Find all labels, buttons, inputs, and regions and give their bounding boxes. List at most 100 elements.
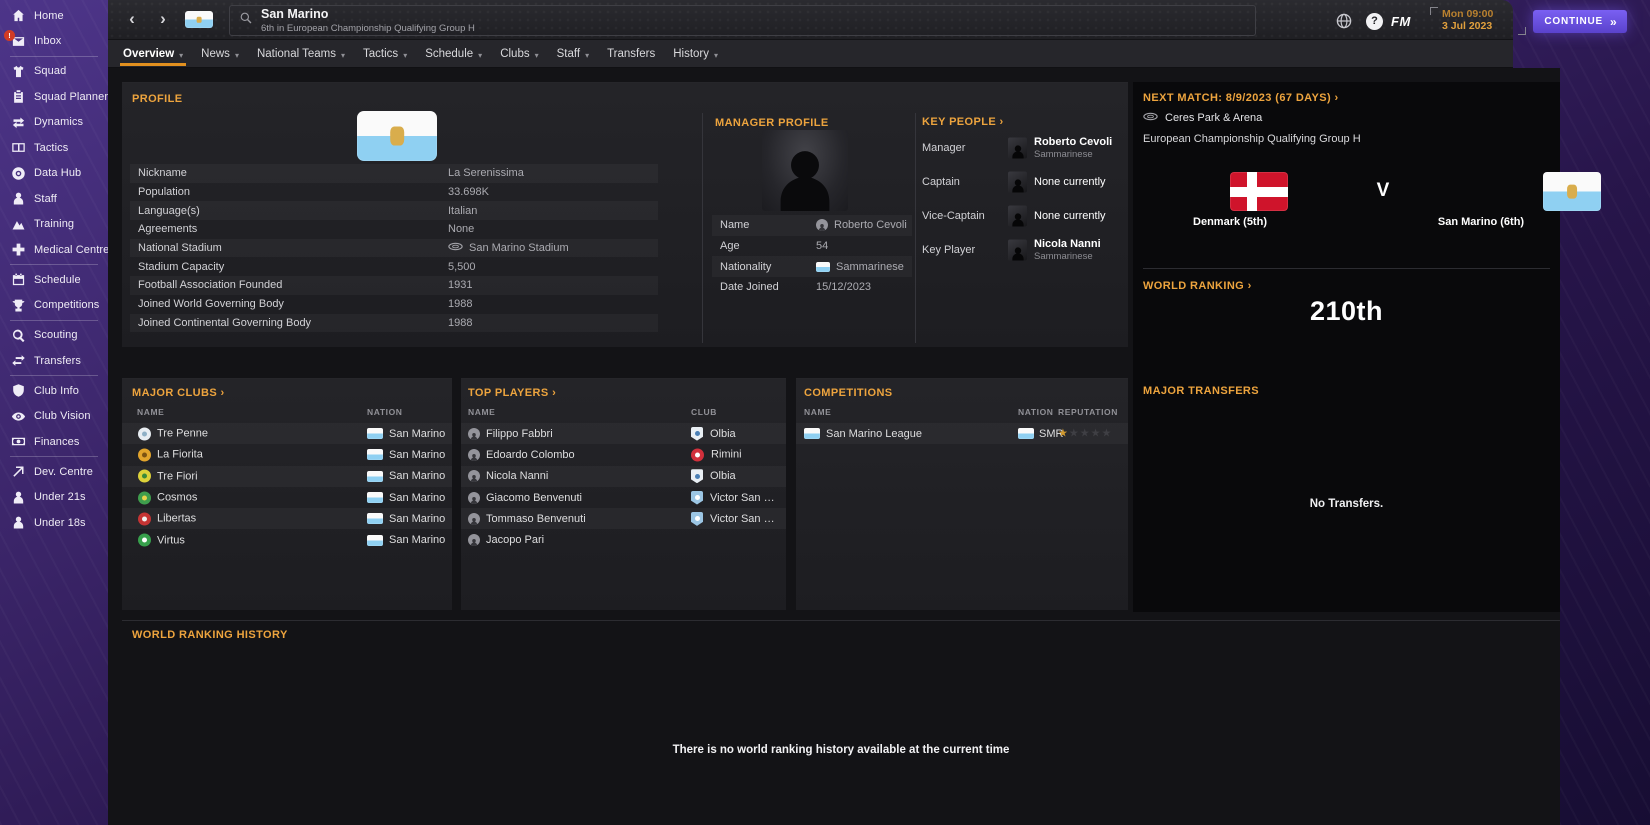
star-icon: ★	[1079, 427, 1090, 440]
star-icon: ★	[1090, 427, 1101, 440]
away-team-label[interactable]: San Marino (6th)	[1411, 216, 1551, 228]
info-value: 1988	[448, 298, 472, 310]
info-value-text: San Marino Stadium	[469, 242, 569, 255]
table-row-player-tommaso-benvenuti[interactable]: Tommaso Benvenuti Victor San Mari...	[461, 508, 786, 530]
key-people-row-vice-captain[interactable]: Vice-Captain None currently	[922, 199, 1124, 233]
training-icon	[11, 217, 26, 232]
sidebar-item-staff[interactable]: Staff	[0, 186, 108, 212]
info-value: 1988	[448, 317, 472, 329]
globe-icon[interactable]	[1335, 12, 1353, 30]
home-team-label[interactable]: Denmark (5th)	[1160, 216, 1300, 228]
fm-app-screen: Home! Inbox Squad Squad Planner Dynamics Tact…	[0, 0, 1650, 825]
tab-news[interactable]: News ▾	[201, 40, 239, 68]
tab-clubs[interactable]: Clubs ▾	[500, 40, 538, 68]
key-people-title[interactable]: KEY PEOPLE ›	[922, 116, 1004, 128]
table-row-club-virtus[interactable]: Virtus San Marino	[122, 529, 452, 550]
player-name-cell: Tommaso Benvenuti	[468, 512, 586, 525]
sidebar-item-medical-centre[interactable]: Medical Centre	[0, 237, 109, 263]
team-search-box[interactable]: San Marino 6th in European Championship …	[229, 5, 1256, 36]
game-time: Mon 09:00	[1442, 8, 1494, 20]
table-row-player-jacopo-pari[interactable]: Jacopo Pari	[461, 529, 786, 550]
person-avatar	[1008, 171, 1027, 193]
sidebar-item-under-21s[interactable]: Under 21s	[0, 485, 108, 511]
profile-title: PROFILE	[132, 93, 183, 105]
sidebar-item-schedule[interactable]: Schedule	[0, 267, 108, 293]
info-row: Nickname La Serenissima	[130, 164, 658, 183]
club-nation: San Marino	[389, 448, 446, 461]
info-row: Language(s) Italian	[130, 201, 658, 221]
sidebar-item-label: Squad Planner	[34, 90, 109, 103]
table-row-player-nicola-nanni[interactable]: Nicola Nanni Olbia	[461, 465, 786, 487]
sidebar-divider	[10, 55, 98, 57]
sidebar-item-under-18s[interactable]: Under 18s	[0, 510, 108, 536]
club-name: Tre Fiori	[157, 470, 198, 483]
info-value: Italian	[448, 205, 477, 217]
sidebar-item-label: Scouting	[34, 329, 78, 342]
schedule-icon	[11, 272, 26, 287]
sidebar-item-finances[interactable]: Finances	[0, 429, 108, 455]
game-clock[interactable]: Mon 09:00 3 Jul 2023	[1430, 7, 1526, 35]
tab-label: News	[201, 48, 230, 60]
sidebar-divider	[10, 319, 98, 321]
tab-history[interactable]: History ▾	[673, 40, 718, 68]
world-ranking-title[interactable]: WORLD RANKING ›	[1143, 280, 1252, 292]
fm-logo[interactable]: FM	[1391, 14, 1411, 29]
table-row-club-tre-fiori[interactable]: Tre Fiori San Marino	[122, 465, 452, 487]
table-row-club-libertas[interactable]: Libertas San Marino	[122, 508, 452, 530]
table-row-player-edoardo-colombo[interactable]: Edoardo Colombo Rimini	[461, 444, 786, 465]
table-row-club-la-fiorita[interactable]: La Fiorita San Marino	[122, 444, 452, 465]
sidebar-item-transfers[interactable]: Transfers	[0, 348, 108, 374]
tactics-icon	[11, 140, 26, 155]
info-label: National Stadium	[138, 242, 222, 255]
major-clubs-panel: MAJOR CLUBS › NAME NATION Tre Penne San M…	[122, 378, 452, 610]
continue-button[interactable]: CONTINUE »	[1533, 10, 1627, 33]
major-clubs-title[interactable]: MAJOR CLUBS ›	[132, 387, 225, 399]
table-row-club-tre-penne[interactable]: Tre Penne San Marino	[122, 423, 452, 445]
key-people-role: Captain	[922, 176, 960, 188]
sidebar-item-competitions[interactable]: Competitions	[0, 293, 108, 319]
denmark-flag[interactable]	[1230, 172, 1288, 211]
sidebar-item-club-info[interactable]: Club Info	[0, 378, 108, 404]
sidebar-item-data-hub[interactable]: Data Hub	[0, 161, 108, 187]
sidebar-item-dynamics[interactable]: Dynamics	[0, 110, 108, 136]
table-row-player-giacomo-benvenuti[interactable]: Giacomo Benvenuti Victor San Mari...	[461, 487, 786, 508]
sidebar-item-training[interactable]: Training	[0, 212, 108, 238]
help-icon[interactable]: ?	[1366, 13, 1383, 30]
table-row-player-filippo-fabbri[interactable]: Filippo Fabbri Olbia	[461, 423, 786, 445]
sidebar-item-label: Under 18s	[34, 516, 86, 529]
sidebar-item-home[interactable]: Home	[0, 3, 108, 29]
sidebar-item-tactics[interactable]: Tactics	[0, 135, 108, 161]
tab-schedule[interactable]: Schedule ▾	[425, 40, 482, 68]
forward-icon[interactable]: ›	[153, 8, 173, 30]
key-people-row-captain[interactable]: Captain None currently	[922, 165, 1124, 199]
tab-label: Overview	[123, 48, 175, 60]
next-match-title[interactable]: NEXT MATCH: 8/9/2023 (67 DAYS) ›	[1143, 92, 1339, 104]
sidebar-item-scouting[interactable]: Scouting	[0, 323, 108, 349]
san-marino-flag-button[interactable]	[185, 11, 213, 28]
player-club: Victor San Mari...	[710, 512, 782, 525]
sidebar-item-squad-planner[interactable]: Squad Planner	[0, 84, 108, 110]
sidebar-item-club-vision[interactable]: Club Vision	[0, 404, 108, 430]
back-icon[interactable]: ‹	[122, 8, 142, 30]
tab-transfers[interactable]: Transfers	[607, 40, 655, 68]
top-players-title[interactable]: TOP PLAYERS ›	[468, 387, 556, 399]
star-icon: ★	[1068, 427, 1079, 440]
sidebar-item-dev-centre[interactable]: Dev. Centre	[0, 459, 108, 485]
key-people-role: Manager	[922, 142, 966, 154]
sidebar-item-label: Dynamics	[34, 116, 84, 129]
tab-staff[interactable]: Staff ▾	[557, 40, 589, 68]
person-avatar	[1008, 137, 1027, 159]
sidebar-item-label: Club Info	[34, 384, 79, 397]
key-people-list: Manager Roberto Cevoli Sammarinese Captain N…	[922, 131, 1124, 267]
sidebar-item-inbox[interactable]: ! Inbox	[0, 29, 108, 55]
key-people-row-key-player[interactable]: Key Player Nicola Nanni Sammarinese	[922, 233, 1124, 267]
tab-overview[interactable]: Overview ▾	[119, 40, 187, 68]
table-row-club-cosmos[interactable]: Cosmos San Marino	[122, 487, 452, 508]
tab-national-teams[interactable]: National Teams ▾	[257, 40, 345, 68]
san-marino-flag-match[interactable]	[1543, 172, 1602, 211]
table-row-competition-san-marino-league[interactable]: San Marino League SMR ★ ★ ★ ★ ★	[796, 423, 1128, 445]
club-name: La Fiorita	[157, 448, 203, 461]
tab-tactics[interactable]: Tactics ▾	[363, 40, 407, 68]
key-people-row-manager[interactable]: Manager Roberto Cevoli Sammarinese	[922, 131, 1124, 165]
sidebar-item-squad[interactable]: Squad	[0, 59, 108, 85]
